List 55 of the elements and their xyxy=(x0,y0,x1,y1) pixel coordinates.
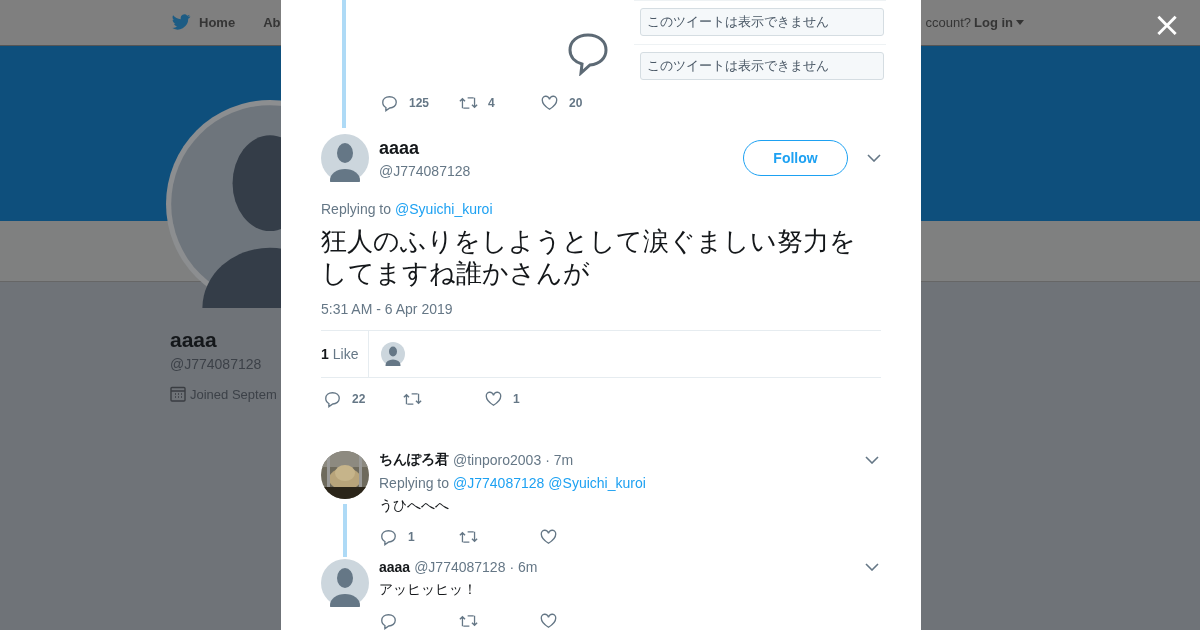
reply-icon[interactable] xyxy=(323,390,342,408)
speech-bubble-icon xyxy=(566,32,610,76)
reply-icon[interactable] xyxy=(379,528,398,546)
likes-count: 20 xyxy=(569,96,583,110)
reply-time[interactable]: · 7m xyxy=(545,452,574,468)
replying-label: Replying to xyxy=(379,475,450,491)
author-name[interactable]: aaaa xyxy=(379,137,743,159)
chevron-down-icon[interactable] xyxy=(867,154,881,162)
replies-count: 22 xyxy=(352,392,366,406)
home-link[interactable]: Home xyxy=(199,15,236,30)
likes-count: 1 xyxy=(513,392,520,406)
tweet-text: 狂人のふりをしようとして涙ぐましい努力をしてますね誰かさんが xyxy=(321,225,857,289)
calendar-icon xyxy=(170,386,186,402)
liker-avatar[interactable] xyxy=(381,342,406,366)
avatar[interactable] xyxy=(321,134,369,182)
retweet-icon[interactable] xyxy=(403,390,422,408)
retweet-icon[interactable] xyxy=(459,94,478,112)
mention-link[interactable]: @Syuichi_kuroi xyxy=(395,201,493,217)
tweet-timestamp[interactable]: 5:31 AM - 6 Apr 2019 xyxy=(321,301,881,331)
profile-name: aaaa xyxy=(170,328,218,352)
heart-icon[interactable] xyxy=(539,528,558,546)
author-name[interactable]: aaaa xyxy=(379,559,411,575)
replies-count: 1 xyxy=(408,530,415,544)
replying-label: Replying to xyxy=(321,201,392,217)
caret-icon[interactable] xyxy=(1016,20,1024,25)
chevron-down-icon[interactable] xyxy=(865,563,879,571)
mention-link[interactable]: @J774087128 xyxy=(453,475,545,491)
avatar[interactable] xyxy=(321,559,369,607)
author-handle[interactable]: @J774087128 xyxy=(414,559,506,575)
unavailable-tweet-notice: このツイートは表示できません xyxy=(640,8,884,36)
like-label[interactable]: Like xyxy=(332,346,359,362)
close-button[interactable]: × xyxy=(1152,8,1182,40)
login-link[interactable]: Log in xyxy=(974,15,1013,30)
retweets-count: 4 xyxy=(488,96,495,110)
follow-button[interactable]: Follow xyxy=(743,140,848,176)
reply-text: うひへへへ xyxy=(379,497,450,515)
retweet-icon[interactable] xyxy=(459,528,478,546)
author-handle[interactable]: @tinporo2003 xyxy=(453,452,542,468)
replies-count: 125 xyxy=(409,96,430,110)
unavailable-tweet-notice: このツイートは表示できません xyxy=(640,52,884,80)
heart-icon[interactable] xyxy=(484,390,503,408)
reply-icon[interactable] xyxy=(380,94,399,112)
heart-icon[interactable] xyxy=(539,612,558,630)
reply-icon[interactable] xyxy=(379,612,398,630)
mention-link[interactable]: @Syuichi_kuroi xyxy=(548,475,646,491)
reply-text: アッヒッヒッ！ xyxy=(379,581,478,599)
heart-icon[interactable] xyxy=(540,94,559,112)
reply-time[interactable]: · 6m xyxy=(509,559,538,575)
account-prompt: ccount? xyxy=(925,15,971,30)
chevron-down-icon[interactable] xyxy=(865,456,879,464)
like-count[interactable]: 1 xyxy=(321,346,329,362)
author-handle[interactable]: @J774087128 xyxy=(379,162,743,179)
retweet-icon[interactable] xyxy=(459,612,478,630)
about-link[interactable]: Ab xyxy=(263,15,281,30)
author-name[interactable]: ちんぽろ君 xyxy=(379,451,449,469)
